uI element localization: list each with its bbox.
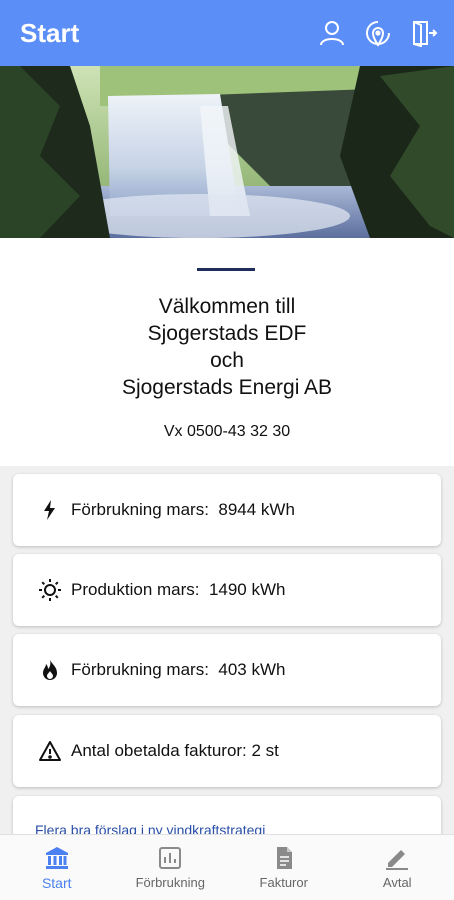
news-link[interactable]: Flera bra förslag i ny vindkraftstrategi [35,822,265,834]
divider [197,268,255,271]
welcome-section: Välkommen till Sjogerstads EDF och Sjoge… [0,238,454,466]
page-title: Start [20,17,80,48]
card-label: Förbrukning mars: 403 kWh [71,660,286,679]
nav-consumption[interactable]: Förbrukning [114,835,228,900]
chart-icon [159,847,182,869]
nav-label: Förbrukning [135,875,205,890]
flame-icon [43,660,57,680]
card-production[interactable]: Produktion mars: 1490 kWh [13,554,441,626]
logout-icon [413,21,438,47]
warning-icon [39,741,61,761]
person-icon [320,21,344,46]
location-button[interactable] [364,19,392,47]
logout-button[interactable] [410,19,438,47]
app-bar: Start [0,0,454,66]
nav-start[interactable]: Start [0,835,114,900]
news-card: Flera bra förslag i ny vindkraftstrategi [13,796,441,834]
bolt-icon [44,500,55,520]
nav-label: Fakturor [259,875,308,890]
card-unpaid-invoices[interactable]: Antal obetalda fakturor: 2 st [13,715,441,787]
profile-button[interactable] [318,19,346,47]
welcome-line: Välkommen till [158,295,296,318]
nav-label: Start [41,874,72,891]
bank-icon [45,846,68,869]
hero-image [0,66,454,238]
pen-icon [386,850,409,870]
nav-invoices[interactable]: Fakturor [227,835,341,900]
phone-number: Vx 0500-43 32 30 [163,423,291,440]
card-label: Produktion mars: 1490 kWh [71,580,286,599]
nav-label: Avtal [382,875,412,890]
sun-icon [39,579,61,601]
card-consumption-electricity[interactable]: Förbrukning mars: 8944 kWh [13,474,441,546]
card-consumption-heating[interactable]: Förbrukning mars: 403 kWh [13,634,441,706]
welcome-title: Välkommen till Sjogerstads EDF och Sjoge… [0,293,454,401]
welcome-line: Sjogerstads EDF [147,322,307,345]
bottom-navigation: Start Förbrukning Fakturor Avtal [0,834,454,900]
info-cards: Förbrukning mars: 8944 kWh Produktion ma… [0,466,454,834]
welcome-line: och [210,349,244,372]
nav-contracts[interactable]: Avtal [341,835,454,900]
location-icon [366,21,390,47]
card-label: Förbrukning mars: 8944 kWh [71,500,295,519]
welcome-line: Sjogerstads Energi AB [121,376,333,399]
card-label: Antal obetalda fakturor: 2 st [71,741,279,760]
document-icon [276,847,292,869]
appbar-actions [318,19,438,47]
